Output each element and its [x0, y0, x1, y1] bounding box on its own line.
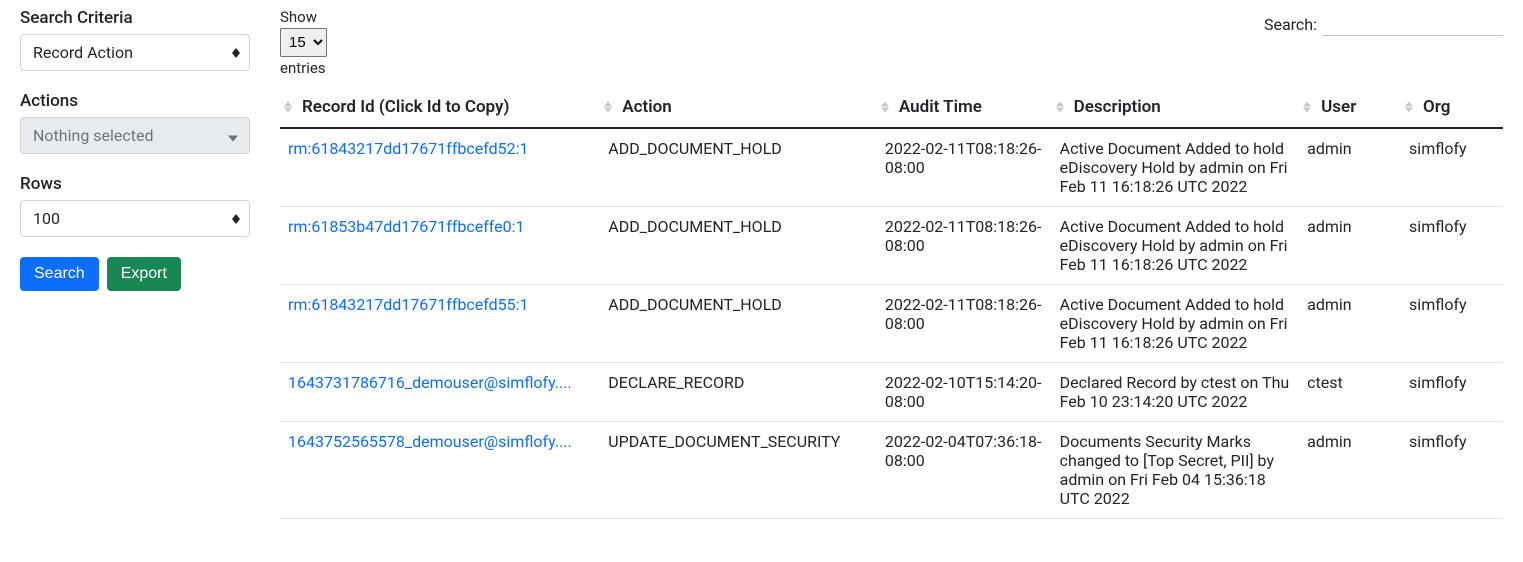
record-id-link[interactable]: 1643731786716_demouser@simflofy....: [288, 373, 592, 392]
audit-time-cell: 2022-02-10T15:14:20-08:00: [877, 363, 1052, 422]
col-header-text: Action: [622, 97, 671, 117]
description-cell: Documents Security Marks changed to [Top…: [1052, 422, 1300, 519]
action-cell: ADD_DOCUMENT_HOLD: [600, 207, 877, 285]
action-cell: DECLARE_RECORD: [600, 363, 877, 422]
search-criteria-group: Search Criteria Record Action: [20, 8, 250, 71]
user-cell: admin: [1299, 128, 1401, 207]
sort-icon: [1405, 102, 1413, 113]
description-cell: Active Document Added to hold eDiscovery…: [1052, 207, 1300, 285]
audit-time-cell: 2022-02-11T08:18:26-08:00: [877, 128, 1052, 207]
description-cell: Active Document Added to hold eDiscovery…: [1052, 285, 1300, 363]
org-cell: simflofy: [1401, 128, 1503, 207]
col-header-text: User: [1321, 97, 1356, 117]
record-id-link[interactable]: rm:61843217dd17671ffbcefd52:1: [288, 139, 592, 158]
export-button[interactable]: Export: [107, 257, 181, 291]
table-search-label: Search:: [1264, 15, 1317, 34]
audit-time-cell: 2022-02-11T08:18:26-08:00: [877, 285, 1052, 363]
action-cell: ADD_DOCUMENT_HOLD: [600, 128, 877, 207]
table-row: rm:61853b47dd17671ffbceffe0:1 ADD_DOCUMEN…: [280, 207, 1503, 285]
audit-time-cell: 2022-02-11T08:18:26-08:00: [877, 207, 1052, 285]
show-entries-control: Show 15 entries: [280, 8, 327, 77]
action-cell: UPDATE_DOCUMENT_SECURITY: [600, 422, 877, 519]
action-cell: ADD_DOCUMENT_HOLD: [600, 285, 877, 363]
col-header-text: Description: [1074, 97, 1161, 117]
button-row: Search Export: [20, 257, 250, 291]
table-row: rm:61843217dd17671ffbcefd52:1 ADD_DOCUMEN…: [280, 128, 1503, 207]
main-content: Show 15 entries Search:: [280, 8, 1503, 519]
actions-label: Actions: [20, 91, 250, 111]
user-cell: admin: [1299, 285, 1401, 363]
description-cell: Active Document Added to hold eDiscovery…: [1052, 128, 1300, 207]
rows-group: Rows 100: [20, 174, 250, 237]
user-cell: ctest: [1299, 363, 1401, 422]
entries-select[interactable]: 15: [280, 28, 327, 57]
sort-icon: [881, 102, 889, 113]
record-id-link[interactable]: rm:61843217dd17671ffbcefd55:1: [288, 295, 592, 314]
org-cell: simflofy: [1401, 207, 1503, 285]
col-header-user[interactable]: User: [1299, 87, 1401, 128]
record-id-link[interactable]: rm:61853b47dd17671ffbceffe0:1: [288, 217, 592, 236]
audit-table: Record Id (Click Id to Copy) Action: [280, 87, 1503, 519]
table-row: 1643731786716_demouser@simflofy.... DECLA…: [280, 363, 1503, 422]
table-row: rm:61843217dd17671ffbcefd55:1 ADD_DOCUMEN…: [280, 285, 1503, 363]
col-header-text: Record Id (Click Id to Copy): [302, 97, 509, 117]
col-header-text: Audit Time: [899, 97, 982, 117]
record-id-link[interactable]: 1643752565578_demouser@simflofy....: [288, 432, 592, 451]
search-criteria-select[interactable]: Record Action: [20, 34, 250, 71]
table-search-wrap: Search:: [1264, 8, 1503, 36]
actions-select[interactable]: Nothing selected: [20, 117, 250, 154]
user-cell: admin: [1299, 422, 1401, 519]
show-label-bottom: entries: [280, 59, 327, 77]
search-button[interactable]: Search: [20, 257, 99, 291]
audit-time-cell: 2022-02-04T07:36:18-08:00: [877, 422, 1052, 519]
table-search-input[interactable]: [1323, 12, 1503, 36]
description-cell: Declared Record by ctest on Thu Feb 10 2…: [1052, 363, 1300, 422]
col-header-description[interactable]: Description: [1052, 87, 1300, 128]
col-header-text: Org: [1423, 97, 1450, 117]
user-cell: admin: [1299, 207, 1401, 285]
rows-select[interactable]: 100: [20, 200, 250, 237]
table-row: 1643752565578_demouser@simflofy.... UPDAT…: [280, 422, 1503, 519]
actions-group: Actions Nothing selected: [20, 91, 250, 154]
col-header-org[interactable]: Org: [1401, 87, 1503, 128]
col-header-record-id[interactable]: Record Id (Click Id to Copy): [280, 87, 600, 128]
show-label-top: Show: [280, 8, 327, 26]
sort-icon: [284, 102, 292, 113]
col-header-audit-time[interactable]: Audit Time: [877, 87, 1052, 128]
org-cell: simflofy: [1401, 285, 1503, 363]
org-cell: simflofy: [1401, 363, 1503, 422]
filter-sidebar: Search Criteria Record Action Actions No…: [20, 8, 250, 519]
sort-icon: [1303, 102, 1311, 113]
col-header-action[interactable]: Action: [600, 87, 877, 128]
sort-icon: [1056, 102, 1064, 113]
search-criteria-label: Search Criteria: [20, 8, 250, 28]
rows-label: Rows: [20, 174, 250, 194]
sort-icon: [604, 102, 612, 113]
org-cell: simflofy: [1401, 422, 1503, 519]
table-top-controls: Show 15 entries Search:: [280, 8, 1503, 77]
